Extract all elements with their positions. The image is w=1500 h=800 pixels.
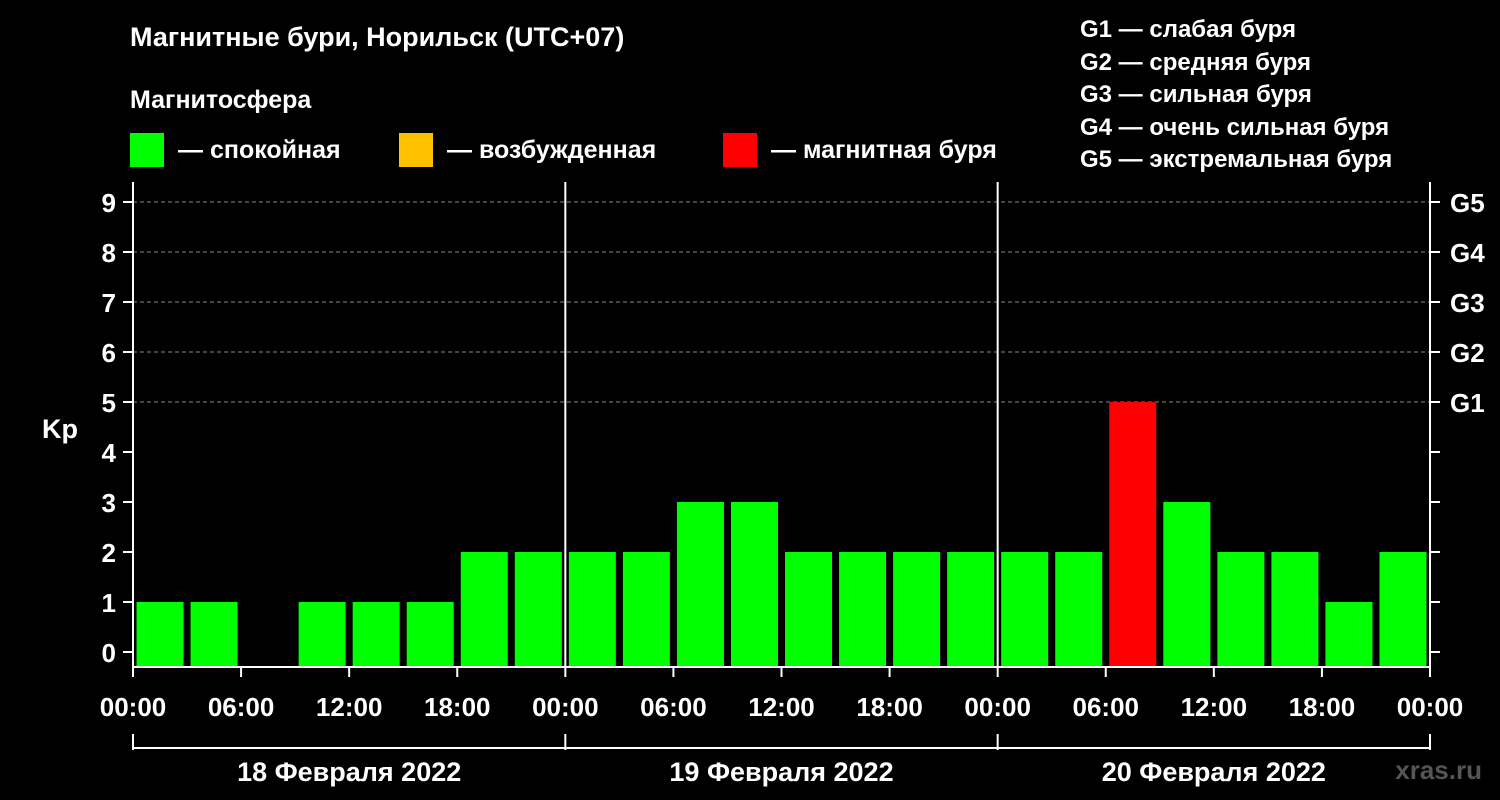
- g-tick-label: G4: [1450, 238, 1485, 268]
- x-tick-label: 06:00: [1073, 692, 1140, 722]
- y-tick-label: 7: [102, 288, 116, 318]
- bar-kp: [1001, 552, 1049, 667]
- bar-kp: [1379, 552, 1427, 667]
- y-tick-label: 5: [102, 388, 116, 418]
- bar-kp: [1055, 552, 1103, 667]
- bar-kp: [352, 602, 400, 667]
- bar-kp: [947, 552, 995, 667]
- x-tick-label: 00:00: [100, 692, 167, 722]
- bar-kp: [676, 502, 724, 667]
- y-tick-label: 1: [102, 588, 116, 618]
- bar-kp: [190, 602, 238, 667]
- bar-kp: [406, 602, 454, 667]
- bar-kp: [622, 552, 670, 667]
- bar-kp: [568, 552, 616, 667]
- x-tick-label: 00:00: [1397, 692, 1464, 722]
- x-tick-label: 06:00: [640, 692, 707, 722]
- x-tick-label: 18:00: [1289, 692, 1356, 722]
- bar-kp: [514, 552, 562, 667]
- y-tick-label: 8: [102, 238, 116, 268]
- bar-kp: [1109, 402, 1157, 667]
- bar-kp: [893, 552, 941, 667]
- x-tick-label: 06:00: [208, 692, 275, 722]
- bar-kp: [298, 602, 346, 667]
- bar-kp: [1325, 602, 1373, 667]
- bar-kp: [1271, 552, 1319, 667]
- y-tick-label: 6: [102, 338, 116, 368]
- bar-kp: [839, 552, 887, 667]
- bar-kp: [1163, 502, 1211, 667]
- day-label: 20 Февраля 2022: [1102, 757, 1326, 787]
- y-tick-label: 4: [102, 438, 117, 468]
- kp-bar-chart: 0 1 2 3 4 5 6 7 8 9 G1 G2 G3 G4 G5 Kp 00:00 06:00 12:00 18:…: [42, 182, 1485, 787]
- x-tick-label: 18:00: [856, 692, 923, 722]
- x-tick-label: 12:00: [316, 692, 383, 722]
- g-tick-label: G3: [1450, 288, 1485, 318]
- x-tick-label: 12:00: [1181, 692, 1248, 722]
- y-tick-label: 0: [102, 638, 116, 668]
- day-label: 19 Февраля 2022: [669, 757, 893, 787]
- x-tick-label: 12:00: [748, 692, 815, 722]
- day-label: 18 Февраля 2022: [237, 757, 461, 787]
- x-tick-label: 00:00: [532, 692, 599, 722]
- x-tick-label: 00:00: [964, 692, 1031, 722]
- g-tick-label: G1: [1450, 388, 1485, 418]
- watermark: xras.ru: [1395, 755, 1482, 785]
- x-tick-label: 18:00: [424, 692, 491, 722]
- bar-kp: [136, 602, 184, 667]
- y-tick-label: 3: [102, 488, 116, 518]
- bar-kp: [730, 502, 778, 667]
- g-tick-label: G2: [1450, 338, 1485, 368]
- g-tick-label: G5: [1450, 188, 1485, 218]
- y-tick-label: 2: [102, 538, 116, 568]
- y-tick-label: 9: [102, 188, 116, 218]
- bar-kp: [785, 552, 833, 667]
- bar-kp: [460, 552, 508, 667]
- bar-kp: [1217, 552, 1265, 667]
- y-axis-label: Kp: [42, 414, 78, 444]
